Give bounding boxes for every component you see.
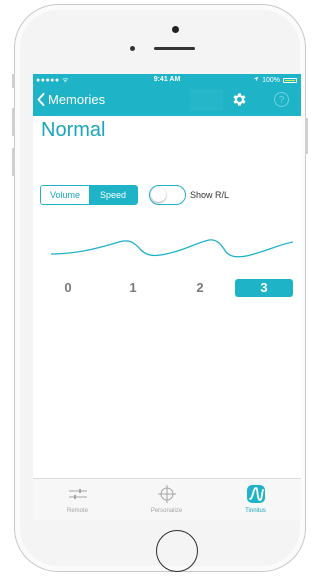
tab-remote-label: Remote bbox=[66, 508, 88, 514]
status-right: 100% bbox=[253, 76, 297, 84]
speed-selector: 0 1 2 3 bbox=[33, 279, 301, 299]
speed-option-0[interactable]: 0 bbox=[53, 279, 83, 297]
page-title: Normal bbox=[41, 119, 106, 141]
mode-segmented-control: Volume Speed bbox=[40, 185, 138, 205]
status-bar: ●●●●● ᯤ 9:41 AM 100% bbox=[33, 74, 301, 86]
segment-speed[interactable]: Speed bbox=[89, 186, 137, 204]
help-button[interactable]: ? bbox=[274, 92, 289, 107]
back-button-label: Memories bbox=[48, 92, 106, 107]
tab-personalize-label: Personalize bbox=[150, 508, 183, 514]
home-button[interactable] bbox=[156, 530, 198, 572]
toggle-knob bbox=[151, 187, 166, 202]
earpiece-speaker bbox=[154, 47, 195, 50]
tab-remote[interactable]: Remote bbox=[33, 479, 122, 520]
front-camera-icon bbox=[130, 46, 135, 51]
sliders-icon bbox=[69, 489, 87, 499]
location-arrow-icon bbox=[253, 76, 259, 84]
tab-tinnitus[interactable]: Tinnitus bbox=[211, 479, 300, 520]
segment-volume[interactable]: Volume bbox=[41, 186, 89, 204]
show-rl-label: Show R/L bbox=[190, 190, 230, 200]
waveform-graphic bbox=[50, 239, 293, 258]
speed-option-2[interactable]: 2 bbox=[185, 279, 215, 297]
app-screen: ●●●●● ᯤ 9:41 AM 100% Memories ? Normal V… bbox=[33, 74, 301, 520]
chevron-left-icon bbox=[37, 93, 45, 106]
mute-switch bbox=[12, 74, 15, 88]
show-rl-toggle[interactable] bbox=[149, 185, 186, 205]
tab-personalize[interactable]: Personalize bbox=[122, 479, 211, 520]
gear-icon[interactable] bbox=[231, 91, 248, 108]
volume-up-button bbox=[12, 108, 15, 136]
crosshair-icon bbox=[158, 485, 176, 503]
battery-percent: 100% bbox=[262, 76, 280, 84]
tab-tinnitus-label: Tinnitus bbox=[245, 508, 266, 514]
battery-icon bbox=[283, 77, 297, 83]
camera-icon bbox=[172, 26, 179, 33]
speed-option-3[interactable]: 3 bbox=[235, 279, 293, 297]
back-button[interactable]: Memories bbox=[37, 92, 105, 107]
tab-bar: Remote Personalize Tinnitus bbox=[33, 478, 301, 520]
navigation-bar: ●●●●● ᯤ 9:41 AM 100% Memories ? bbox=[33, 74, 301, 116]
tinnitus-wave-icon bbox=[247, 485, 265, 503]
speed-option-1[interactable]: 1 bbox=[118, 279, 148, 297]
volume-down-button bbox=[12, 148, 15, 176]
power-button bbox=[305, 118, 308, 154]
nav-placeholder bbox=[190, 89, 223, 111]
